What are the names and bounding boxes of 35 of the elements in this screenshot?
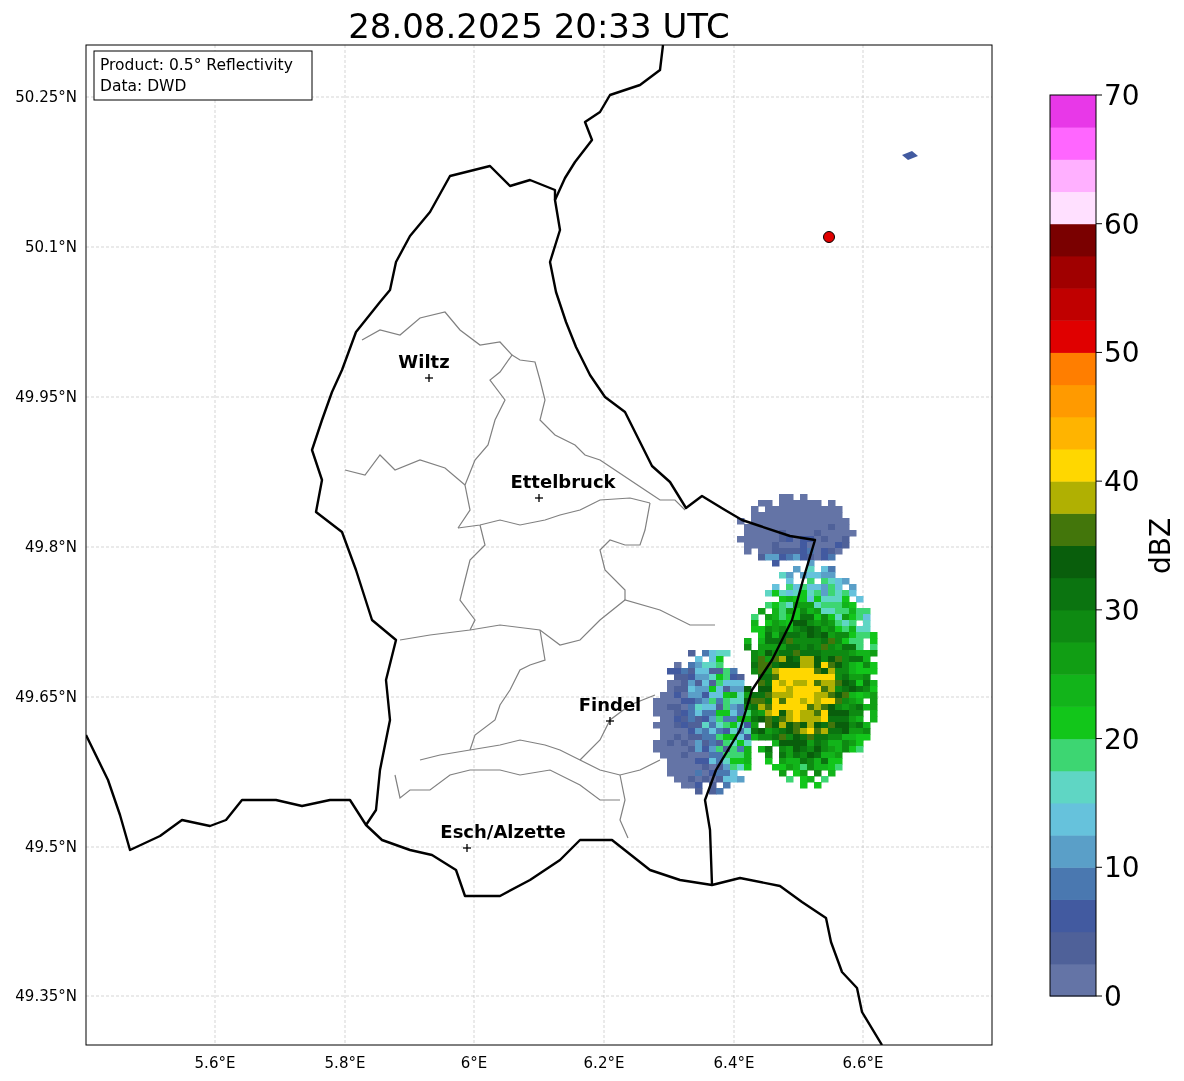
latitude-label: 50.1°N (24, 238, 77, 256)
info-text: Data: DWD (100, 77, 187, 95)
colorbar-tick-label: 70 (1104, 79, 1140, 112)
colorbar-tick-label: 30 (1104, 593, 1140, 627)
place-label: Findel (578, 694, 642, 715)
place-marker (534, 493, 544, 503)
colorbar-tick-label: 40 (1104, 465, 1140, 499)
radar-echo-speck (902, 151, 918, 160)
place-marker (424, 373, 434, 383)
colorbar-tick-label: 10 (1104, 851, 1140, 885)
latitude-label: 49.35°N (15, 987, 77, 1005)
latitude-label: 49.8°N (24, 538, 77, 556)
latitude-label: 50.25°N (15, 88, 77, 106)
latitude-label: 49.5°N (24, 838, 77, 856)
colorbar-tick-label: 20 (1104, 722, 1140, 756)
colorbar-label: dBZ (1144, 517, 1177, 575)
chart-title: 28.08.2025 20:33 UTC (348, 6, 730, 46)
longitude-label: 6°E (460, 1054, 488, 1072)
longitude-label: 6.4°E (713, 1054, 755, 1072)
latitude-label: 49.65°N (15, 688, 77, 706)
longitude-label: 6.2°E (583, 1054, 625, 1072)
place-label: Esch/Alzette (440, 821, 566, 842)
colorbar-tick-label: 60 (1104, 207, 1140, 241)
longitude-label: 5.6°E (194, 1054, 236, 1072)
colorbar-tick-label: 0 (1104, 980, 1122, 1013)
place-marker (605, 716, 615, 726)
location-dot (823, 231, 835, 243)
latitude-label: 49.95°N (15, 388, 77, 406)
place-label: Ettelbruck (510, 471, 616, 492)
colorbar-tick-label: 50 (1104, 336, 1140, 370)
place-label: Wiltz (398, 351, 450, 372)
info-text: Product: 0.5° Reflectivity (100, 56, 293, 74)
longitude-label: 5.8°E (324, 1054, 366, 1072)
longitude-label: 6.6°E (842, 1054, 884, 1072)
place-marker (462, 843, 472, 853)
